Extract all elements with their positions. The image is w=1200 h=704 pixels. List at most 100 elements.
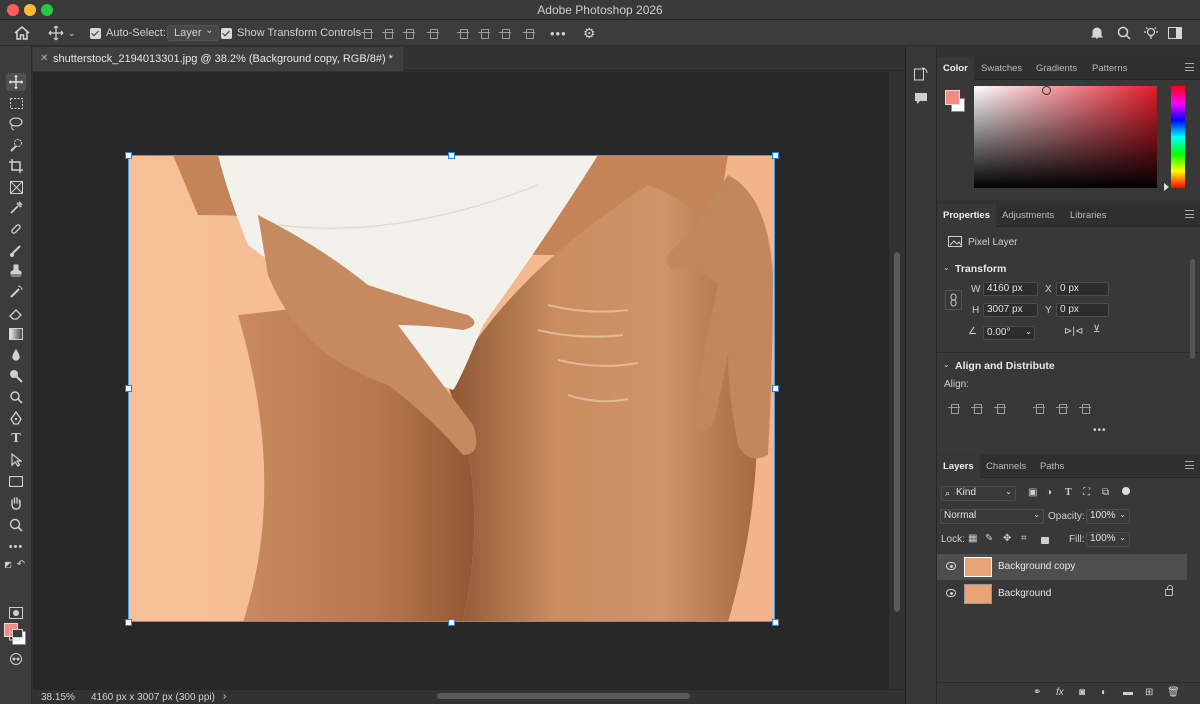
lock-transparent-icon[interactable]: ▦ [968, 533, 977, 544]
show-transform-checkbox[interactable] [221, 20, 232, 46]
lock-position-icon[interactable]: ✥ [1003, 533, 1011, 544]
transform-handle-l[interactable] [125, 385, 132, 392]
blend-mode-dropdown[interactable]: Normal ⌄ [940, 509, 1044, 524]
layer-style-icon[interactable]: fx [1056, 687, 1064, 698]
flip-vertical-icon[interactable]: ⊻ [1093, 324, 1100, 335]
bell-icon[interactable] [1090, 20, 1104, 46]
transform-handle-tr[interactable] [772, 152, 779, 159]
align-hcenter-icon[interactable] [382, 20, 394, 46]
panel-align-vcenter-icon[interactable] [1056, 402, 1068, 414]
align-collapse-chevron-icon[interactable]: ⌄ [943, 360, 950, 369]
zoom-tool-alt-icon[interactable] [6, 388, 26, 406]
history-brush-tool-icon[interactable] [6, 283, 26, 301]
layer-visibility-eye-icon[interactable] [946, 562, 956, 570]
tab-properties[interactable]: Properties [937, 204, 996, 227]
quick-mask-icon[interactable] [6, 604, 26, 622]
transform-handle-t[interactable] [448, 152, 455, 159]
hue-slider[interactable] [1171, 86, 1185, 188]
layer-visibility-eye-icon[interactable] [946, 589, 956, 597]
tab-channels[interactable]: Channels [980, 455, 1032, 478]
properties-scrollbar[interactable] [1190, 259, 1195, 359]
width-field[interactable]: 4160 px [983, 282, 1038, 296]
auto-select-checkbox[interactable] [90, 20, 101, 46]
document-tab[interactable]: ✕ shutterstock_2194013301.jpg @ 38.2% (B… [33, 47, 403, 71]
search-icon[interactable] [1117, 20, 1131, 46]
layer-row-background[interactable]: Background [937, 581, 1187, 607]
layers-panel-menu-icon[interactable] [1185, 461, 1194, 469]
comments-panel-icon[interactable] [914, 92, 928, 108]
flip-horizontal-icon[interactable]: ⊳|⊲ [1064, 326, 1083, 337]
tab-layers[interactable]: Layers [937, 455, 980, 478]
transform-handle-br[interactable] [772, 619, 779, 626]
workspace-icon[interactable] [1168, 20, 1182, 46]
color-panel-menu-icon[interactable] [1185, 63, 1194, 71]
lock-all-icon[interactable] [1041, 537, 1049, 544]
quick-selection-tool-icon[interactable] [6, 136, 26, 154]
link-dimensions-icon[interactable] [945, 290, 962, 310]
transform-collapse-chevron-icon[interactable]: ⌄ [943, 263, 950, 272]
status-menu-arrow[interactable]: › [223, 691, 226, 702]
properties-panel-menu-icon[interactable] [1185, 210, 1194, 218]
color-field[interactable] [974, 86, 1157, 188]
panel-align-left-icon[interactable] [948, 402, 960, 414]
angle-field[interactable]: 0.00° ⌄ [983, 326, 1035, 340]
home-icon[interactable] [14, 20, 30, 46]
layer-name[interactable]: Background [998, 588, 1051, 599]
zoom-level[interactable]: 38.15% [41, 692, 75, 703]
frame-tool-icon[interactable] [6, 178, 26, 196]
history-panel-icon[interactable] [914, 67, 928, 84]
brush-tool-icon[interactable] [6, 241, 26, 259]
x-field[interactable]: 0 px [1056, 282, 1109, 296]
align-right-icon[interactable] [403, 20, 415, 46]
filter-adjustment-icon[interactable]: ◑ [1046, 487, 1052, 498]
path-selection-tool-icon[interactable] [6, 451, 26, 469]
color-panel-fg-swatch[interactable] [945, 90, 960, 105]
auto-select-dropdown[interactable]: Layer [167, 20, 219, 46]
new-layer-icon[interactable]: ⊞ [1145, 687, 1153, 698]
generative-fill-icon[interactable] [6, 650, 26, 668]
filter-toggle-icon[interactable] [1122, 487, 1130, 495]
tab-gradients[interactable]: Gradients [1030, 57, 1083, 80]
tab-paths[interactable]: Paths [1034, 455, 1070, 478]
more-options-button[interactable]: ••• [550, 20, 567, 46]
crop-tool-icon[interactable] [6, 157, 26, 175]
healing-brush-tool-icon[interactable] [6, 220, 26, 238]
layer-mask-icon[interactable]: ◙ [1079, 687, 1085, 698]
tab-patterns[interactable]: Patterns [1086, 57, 1133, 80]
fill-field[interactable]: 100% ⌄ [1086, 532, 1130, 547]
filter-pixel-icon[interactable]: ▣ [1028, 487, 1037, 498]
filter-smart-object-icon[interactable]: ⧉ [1102, 487, 1109, 498]
filter-type-icon[interactable]: T [1065, 487, 1072, 498]
horizontal-scroll-thumb[interactable] [437, 693, 690, 699]
tab-color[interactable]: Color [937, 57, 974, 80]
lock-image-icon[interactable]: ✎ [985, 533, 993, 544]
filter-shape-icon[interactable]: ⛶ [1083, 487, 1090, 498]
transform-handle-tl[interactable] [125, 152, 132, 159]
close-document-icon[interactable]: ✕ [40, 47, 48, 71]
dodge-tool-icon[interactable] [6, 367, 26, 385]
align-bottom-icon[interactable] [499, 20, 511, 46]
tab-libraries[interactable]: Libraries [1064, 204, 1112, 227]
edit-toolbar-icon[interactable]: ••• [6, 538, 26, 556]
marquee-tool-icon[interactable] [6, 94, 26, 112]
vertical-scroll-thumb[interactable] [894, 252, 900, 612]
filter-kind-dropdown[interactable]: ⌕ Kind ⌄ [941, 486, 1016, 501]
panel-align-right-icon[interactable] [994, 402, 1006, 414]
link-layers-icon[interactable]: ⚭ [1033, 687, 1041, 698]
delete-layer-icon[interactable]: 🗑 [1167, 687, 1180, 698]
adjustment-layer-icon[interactable]: ◐ [1101, 687, 1107, 698]
panel-align-bottom-icon[interactable] [1079, 402, 1091, 414]
clone-stamp-tool-icon[interactable] [6, 262, 26, 280]
auto-select-value[interactable]: Layer [167, 24, 219, 41]
new-group-icon[interactable]: ▬ [1123, 687, 1133, 698]
blur-tool-icon[interactable] [6, 346, 26, 364]
align-top-icon[interactable] [457, 20, 469, 46]
lasso-tool-icon[interactable] [6, 115, 26, 133]
height-field[interactable]: 3007 px [983, 303, 1038, 317]
move-tool-icon[interactable] [6, 73, 26, 91]
align-left-icon[interactable] [361, 20, 373, 46]
default-colors-icon[interactable]: ◩ [2, 558, 14, 570]
gear-icon[interactable]: ⚙ [583, 20, 596, 46]
transform-handle-b[interactable] [448, 619, 455, 626]
lightbulb-icon[interactable] [1143, 20, 1159, 46]
